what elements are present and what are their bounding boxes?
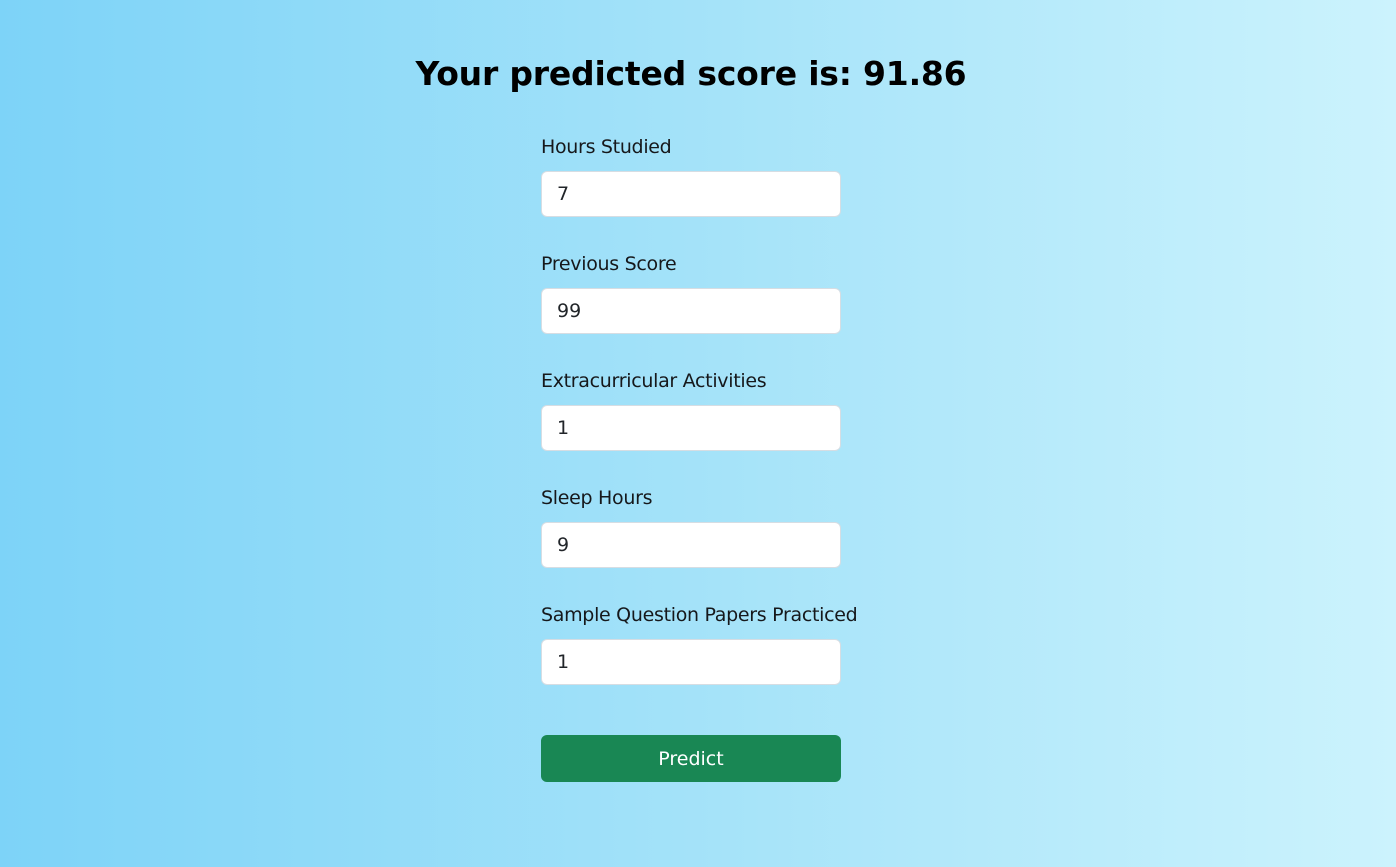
predict-button[interactable]: Predict — [541, 735, 841, 782]
previous-score-label: Previous Score — [541, 253, 677, 275]
hours-studied-input[interactable] — [541, 171, 841, 217]
sample-papers-group: Sample Question Papers Practiced — [541, 602, 858, 685]
previous-score-input[interactable] — [541, 288, 841, 334]
extracurricular-activities-input[interactable] — [541, 405, 841, 451]
hours-studied-group: Hours Studied — [541, 134, 841, 217]
previous-score-group: Previous Score — [541, 251, 841, 334]
prediction-form: Hours Studied Previous Score Extracurric… — [541, 134, 858, 782]
predicted-score-heading: Your predicted score is: 91.86 — [415, 54, 967, 94]
hours-studied-label: Hours Studied — [541, 136, 672, 158]
sleep-hours-label: Sleep Hours — [541, 487, 653, 509]
sleep-hours-group: Sleep Hours — [541, 485, 841, 568]
extracurricular-activities-group: Extracurricular Activities — [541, 368, 841, 451]
sample-papers-label: Sample Question Papers Practiced — [541, 604, 858, 626]
sample-papers-input[interactable] — [541, 639, 841, 685]
sleep-hours-input[interactable] — [541, 522, 841, 568]
extracurricular-activities-label: Extracurricular Activities — [541, 370, 767, 392]
